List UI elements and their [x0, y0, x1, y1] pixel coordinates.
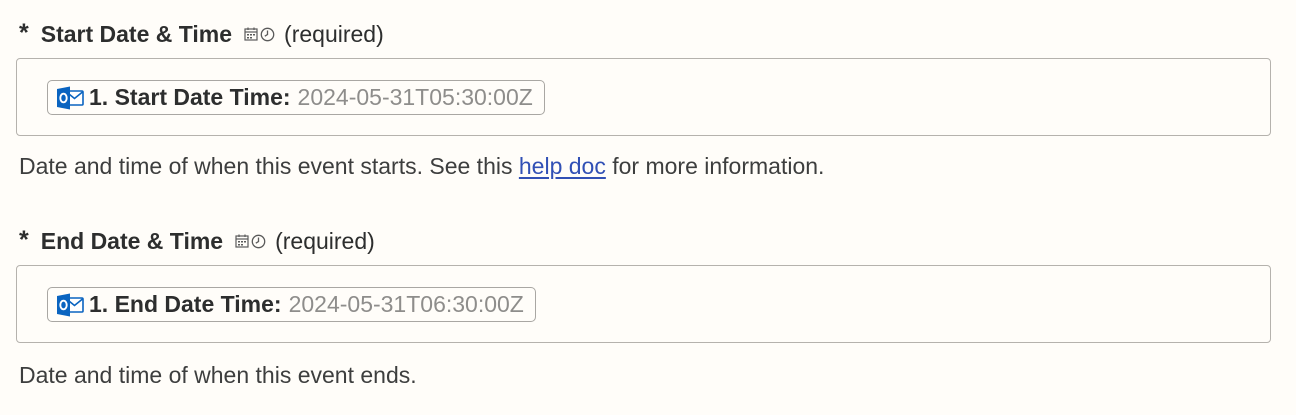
mapped-field-pill[interactable]: 1. Start Date Time: 2024-05-31T05:30:00Z [47, 80, 545, 115]
required-asterisk: * [19, 225, 29, 254]
end-date-time-input[interactable]: 1. End Date Time: 2024-05-31T06:30:00Z [16, 265, 1271, 343]
clock-icon [251, 234, 266, 248]
outlook-icon [57, 86, 84, 109]
pill-value: 2024-05-31T05:30:00Z [297, 84, 533, 110]
pill-label: 1. End Date Time: [89, 291, 282, 317]
clock-icon [260, 27, 275, 41]
field-help-text: Date and time of when this event ends. [19, 362, 417, 389]
datetime-type-icons [244, 27, 275, 42]
required-asterisk: * [19, 18, 29, 47]
field-help-text: Date and time of when this event starts.… [19, 153, 824, 180]
mapped-field-pill[interactable]: 1. End Date Time: 2024-05-31T06:30:00Z [47, 287, 536, 322]
field-label-row: * End Date & Time (required) [19, 226, 375, 256]
help-doc-link[interactable]: help doc [519, 153, 606, 179]
field-label: End Date & Time [40, 227, 224, 254]
datetime-type-icons [235, 234, 266, 249]
field-label: Start Date & Time [40, 20, 233, 47]
help-text-before: Date and time of when this event ends. [19, 362, 417, 388]
help-text-before: Date and time of when this event starts.… [19, 153, 519, 179]
pill-value: 2024-05-31T06:30:00Z [288, 291, 524, 317]
calendar-icon [235, 234, 249, 248]
outlook-icon [57, 293, 84, 316]
required-note: (required) [275, 227, 375, 254]
field-label-row: * Start Date & Time (required) [19, 19, 384, 49]
calendar-icon [244, 27, 258, 41]
required-note: (required) [284, 20, 384, 47]
start-date-time-input[interactable]: 1. Start Date Time: 2024-05-31T05:30:00Z [16, 58, 1271, 136]
help-text-after: for more information. [605, 153, 825, 179]
pill-label: 1. Start Date Time: [89, 84, 291, 110]
